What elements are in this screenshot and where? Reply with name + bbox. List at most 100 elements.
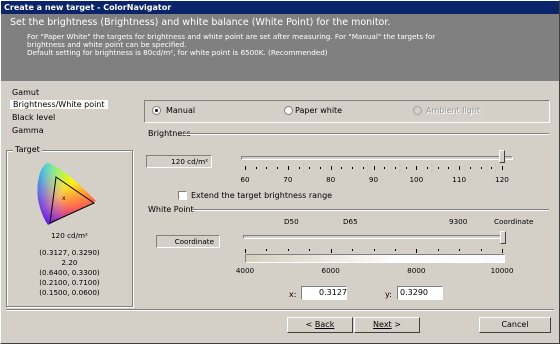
brightness-slider-tick xyxy=(362,167,364,169)
mode-paper-white-radio[interactable] xyxy=(284,106,293,115)
brightness-slider-tick xyxy=(384,167,386,169)
svg-text:x: x xyxy=(62,195,66,202)
window-title: Create a new target - ColorNavigator xyxy=(1,1,559,14)
instruction-line: Default setting for brightness is 80cd/m… xyxy=(27,48,328,57)
brightness-slider-tick xyxy=(427,167,429,169)
temperature-scale-tick xyxy=(459,249,461,251)
brightness-slider-tick xyxy=(469,167,471,169)
marker-coordinate: Coordinate xyxy=(494,217,534,226)
brightness-slider-tick xyxy=(416,166,418,170)
white-point-section-title: White Point xyxy=(148,205,194,214)
y-coordinate-input[interactable]: 0.3290 xyxy=(397,286,443,300)
temperature-scale-tick xyxy=(437,249,439,251)
brightness-slider-tick xyxy=(437,167,439,169)
brightness-slider-tick xyxy=(448,167,450,169)
temperature-scale-tick xyxy=(502,249,503,253)
brightness-slider-tick xyxy=(245,166,246,170)
brightness-slider-tick xyxy=(491,167,493,169)
brightness-slider-tick xyxy=(405,167,407,169)
target-gamma: 2.20 xyxy=(61,258,78,267)
temperature-scale-tick xyxy=(266,249,268,251)
brightness-tick-label: 90 xyxy=(368,175,379,184)
brightness-slider-tick xyxy=(287,166,289,170)
mode-selector xyxy=(144,100,550,123)
target-group-title: Target xyxy=(13,145,42,154)
mode-manual-label[interactable]: Manual xyxy=(166,106,195,115)
mode-ambient-light-label: Ambient light xyxy=(426,106,480,115)
temperature-tick-label: 6000 xyxy=(321,266,340,275)
color-temperature-bar xyxy=(245,254,505,263)
mode-manual-radio[interactable] xyxy=(152,106,161,115)
temperature-scale-tick xyxy=(245,249,246,253)
target-green-primary: (0.2100, 0.7100) xyxy=(39,278,100,287)
sidebar-item-black-level[interactable]: Black level xyxy=(12,113,55,122)
instruction-title: Set the brightness (Brightness) and whit… xyxy=(10,17,391,28)
white-point-mode-field: Coordinate xyxy=(156,235,220,248)
white-point-slider-thumb[interactable] xyxy=(500,231,506,244)
temperature-scale-tick xyxy=(480,249,482,251)
temperature-scale-tick xyxy=(416,249,418,253)
temperature-tick-label: 10000 xyxy=(490,266,514,275)
brightness-slider-tick xyxy=(277,167,279,169)
brightness-slider-tick xyxy=(352,167,354,169)
target-brightness: 120 cd/m² xyxy=(51,231,88,240)
brightness-slider-tick xyxy=(330,166,332,170)
x-coordinate-label: x: xyxy=(289,290,297,299)
dialog-window: Create a new target - ColorNavigator Set… xyxy=(0,0,560,344)
x-coordinate-input[interactable]: 0.3127 xyxy=(301,286,347,300)
white-point-divider xyxy=(192,209,549,211)
brightness-slider-tick xyxy=(319,167,321,169)
temperature-scale-tick xyxy=(394,249,396,251)
marker-d65: D65 xyxy=(343,217,358,226)
temperature-scale-tick xyxy=(330,249,332,253)
brightness-tick-label: 60 xyxy=(240,175,250,184)
target-red-primary: (0.6400, 0.3300) xyxy=(39,268,100,277)
brightness-slider-tick xyxy=(341,167,343,169)
brightness-slider-tick xyxy=(480,167,482,169)
brightness-tick-label: 70 xyxy=(283,175,293,184)
sidebar-item-gamma[interactable]: Gamma xyxy=(12,126,44,135)
temperature-scale-tick xyxy=(373,249,375,251)
brightness-slider-tick xyxy=(298,167,300,169)
brightness-slider-tick xyxy=(373,166,375,170)
brightness-tick-label: 120 xyxy=(495,175,509,184)
mode-paper-white-label[interactable]: Paper white xyxy=(295,106,342,115)
sidebar-item-gamut[interactable]: Gamut xyxy=(12,88,39,97)
temperature-tick-label: 8000 xyxy=(407,266,426,275)
temperature-scale-tick xyxy=(309,249,311,251)
brightness-slider-tick xyxy=(459,166,461,170)
white-point-slider-track xyxy=(243,235,506,239)
temperature-scale-tick xyxy=(352,249,354,251)
extend-range-label[interactable]: Extend the target brightness range xyxy=(191,191,332,200)
cancel-button[interactable]: Cancel xyxy=(479,317,551,333)
instruction-header: Set the brightness (Brightness) and whit… xyxy=(1,14,559,81)
extend-range-checkbox[interactable] xyxy=(178,191,187,200)
brightness-slider-tick xyxy=(266,167,268,169)
temperature-tick-label: 4000 xyxy=(235,266,255,275)
brightness-tick-label: 110 xyxy=(452,175,467,184)
marker-d50: D50 xyxy=(284,217,299,226)
target-group: Target x 120 cd/m² (0.3127, 0.3290) 2.20… xyxy=(6,145,133,307)
brightness-slider-tick xyxy=(255,167,257,169)
target-white-point: (0.3127, 0.3290) xyxy=(39,248,100,257)
next-button[interactable]: Next > xyxy=(354,317,420,333)
target-blue-primary: (0.1500, 0.0600) xyxy=(39,288,100,297)
brightness-tick-label: 80 xyxy=(326,175,336,184)
brightness-slider-tick xyxy=(502,166,503,170)
y-coordinate-label: y: xyxy=(385,290,392,299)
back-button[interactable]: < Back xyxy=(287,317,353,333)
brightness-divider xyxy=(184,133,549,135)
brightness-slider[interactable] xyxy=(239,145,516,171)
gamut-diagram: x xyxy=(37,163,96,225)
brightness-slider-tick xyxy=(394,167,396,169)
brightness-slider-track xyxy=(241,156,513,160)
temperature-scale-tick xyxy=(287,249,289,251)
footer-divider xyxy=(6,309,554,311)
mode-ambient-light-radio xyxy=(413,106,422,115)
marker-9300: 9300 xyxy=(449,217,468,226)
sidebar-item-brightness-white-point[interactable]: Brightness/White point xyxy=(10,100,108,109)
brightness-tick-label: 100 xyxy=(409,175,424,184)
brightness-slider-tick xyxy=(309,167,311,169)
brightness-slider-thumb[interactable] xyxy=(499,150,505,163)
brightness-value-field: 120 cd/m² xyxy=(146,155,212,168)
